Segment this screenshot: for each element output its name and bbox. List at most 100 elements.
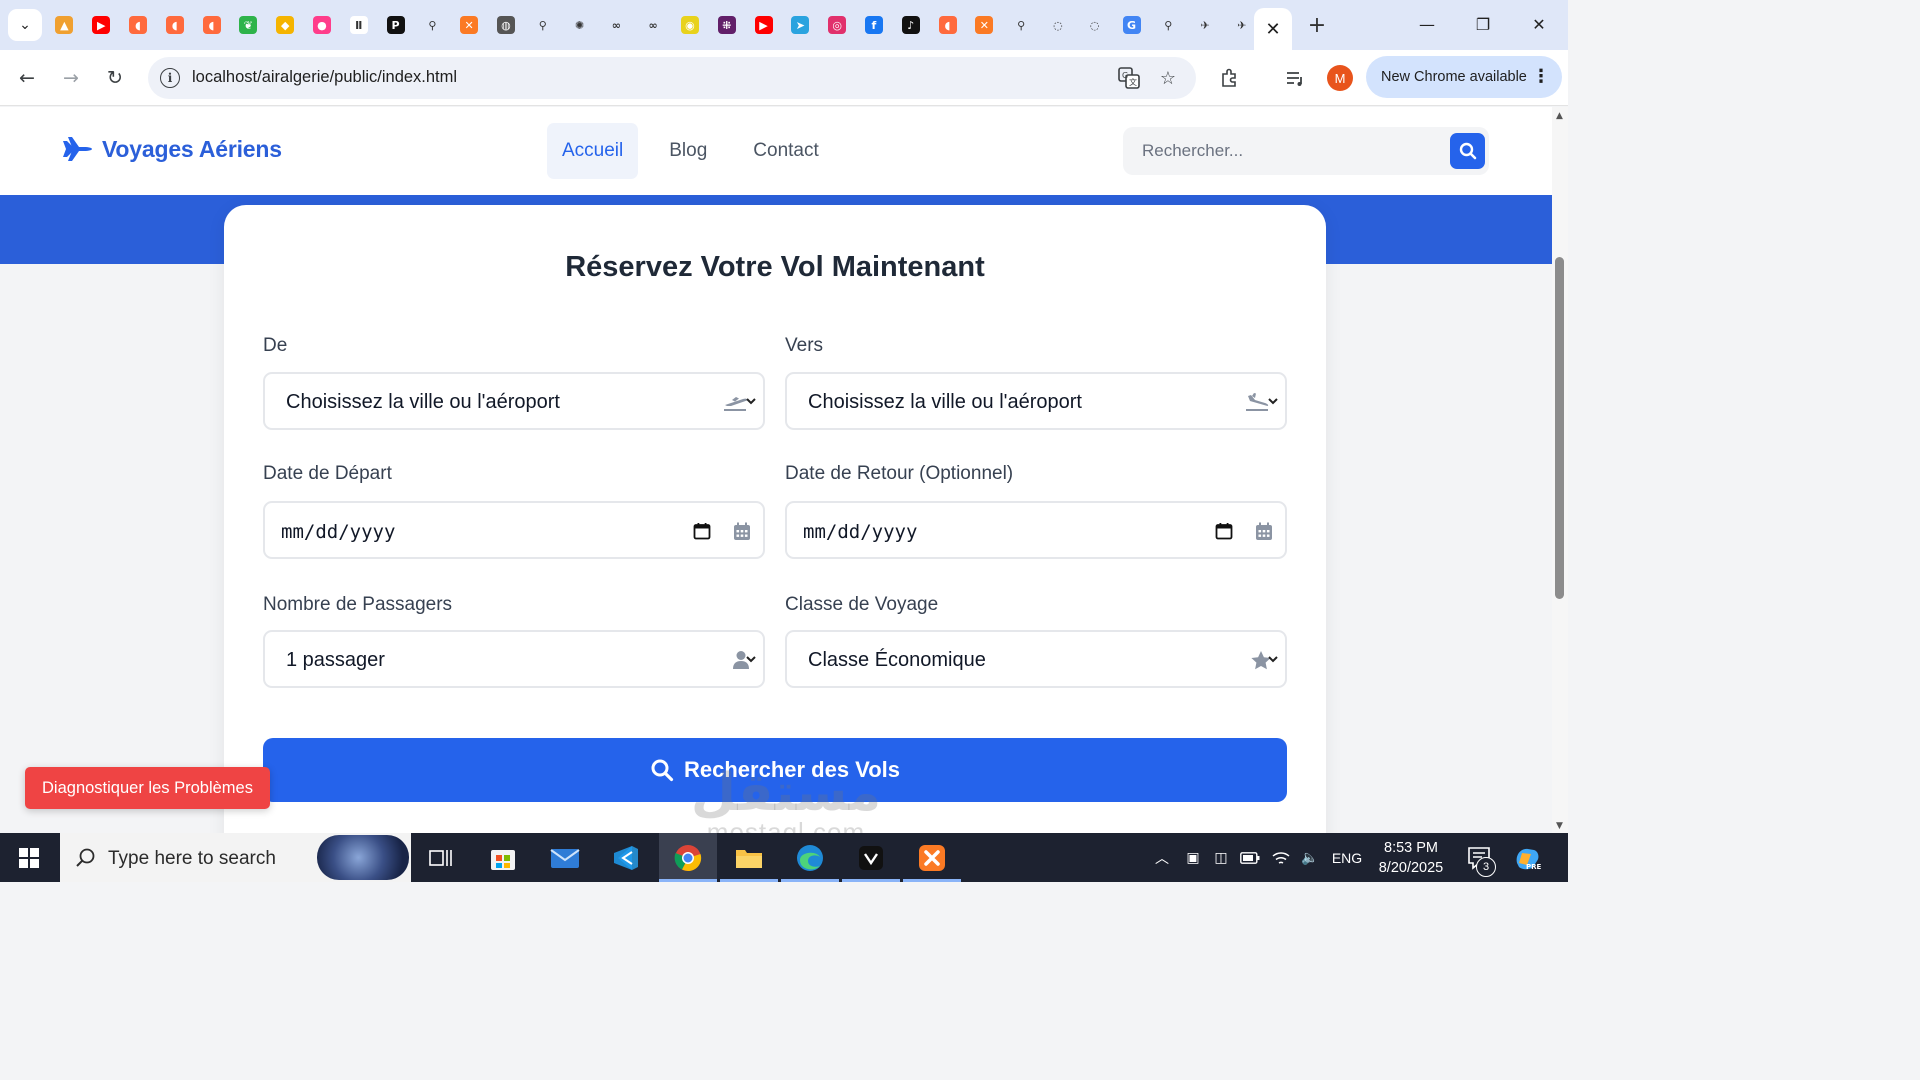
- nav-item-blog[interactable]: Blog: [654, 123, 722, 179]
- pinned-tab[interactable]: ✕: [451, 10, 488, 40]
- pinned-tab[interactable]: ⚲: [1150, 10, 1187, 40]
- pinned-tab[interactable]: ◌: [1040, 10, 1077, 40]
- pinned-tab[interactable]: ●: [304, 10, 341, 40]
- profile-avatar[interactable]: M: [1327, 65, 1353, 91]
- pinned-tab[interactable]: Ⅱ: [340, 10, 377, 40]
- pinned-tab[interactable]: ▶: [745, 10, 782, 40]
- pinned-tab[interactable]: ◍: [488, 10, 525, 40]
- site-search-input[interactable]: [1123, 127, 1443, 175]
- pinned-tab[interactable]: ◌: [1076, 10, 1113, 40]
- mail-icon[interactable]: [536, 833, 594, 882]
- diagnose-button[interactable]: Diagnostiquer les Problèmes: [25, 767, 270, 809]
- chrome-icon[interactable]: [659, 833, 717, 882]
- taskbar-search-placeholder: Type here to search: [108, 848, 276, 869]
- pinned-tab[interactable]: ◎: [819, 10, 856, 40]
- restore-button[interactable]: ❐: [1455, 6, 1511, 42]
- task-view-icon[interactable]: [412, 833, 470, 882]
- site-info-icon[interactable]: i: [160, 68, 180, 88]
- pinned-tab[interactable]: ♪: [892, 10, 929, 40]
- address-url[interactable]: localhost/airalgerie/public/index.html: [192, 68, 457, 87]
- scroll-down-icon[interactable]: ▼: [1556, 821, 1563, 831]
- windows-logo-icon: [19, 847, 39, 868]
- microsoft-store-icon[interactable]: [474, 833, 532, 882]
- language-indicator[interactable]: ENG: [1328, 833, 1366, 882]
- depart-date-input[interactable]: mm/dd/yyyy: [263, 501, 765, 559]
- terminal-app-icon[interactable]: [842, 833, 900, 882]
- meet-now-icon[interactable]: ▣: [1181, 833, 1205, 882]
- pinned-tab[interactable]: ❦: [230, 10, 267, 40]
- menu-kebab-icon[interactable]: ⋮: [1532, 66, 1550, 87]
- taskbar-search[interactable]: Type here to search: [60, 833, 411, 882]
- xampp-icon[interactable]: [903, 833, 961, 882]
- reload-button[interactable]: ↻: [99, 62, 131, 94]
- main-nav: Accueil Blog Contact: [547, 123, 850, 179]
- pinned-tab[interactable]: ◖: [156, 10, 193, 40]
- booking-card: Réservez Votre Vol Maintenant De Choisis…: [224, 205, 1326, 833]
- nav-item-contact[interactable]: Contact: [738, 123, 833, 179]
- new-tab-button[interactable]: +: [1300, 10, 1334, 40]
- address-bar[interactable]: i localhost/airalgerie/public/index.html…: [148, 57, 1196, 99]
- extensions-icon[interactable]: [1214, 62, 1246, 94]
- pinned-tab[interactable]: P: [377, 10, 414, 40]
- active-tab-close[interactable]: ✕: [1254, 8, 1292, 50]
- pinned-tab[interactable]: ⚲: [414, 10, 451, 40]
- chrome-update-button[interactable]: New Chrome available ⋮: [1366, 56, 1562, 98]
- pinned-tab[interactable]: f: [856, 10, 893, 40]
- pinned-tab[interactable]: ⁜: [708, 10, 745, 40]
- close-window-button[interactable]: ✕: [1511, 6, 1567, 42]
- calendar-picker-icon[interactable]: [1211, 519, 1237, 543]
- taskbar-clock[interactable]: 8:53 PM 8/20/2025: [1368, 838, 1454, 878]
- pinned-tab[interactable]: ◖: [929, 10, 966, 40]
- pinned-tab[interactable]: ◖: [193, 10, 230, 40]
- forward-button[interactable]: →: [55, 62, 87, 94]
- battery-icon[interactable]: [1237, 833, 1263, 882]
- edge-icon[interactable]: [781, 833, 839, 882]
- site-logo[interactable]: Voyages Aériens: [58, 134, 282, 164]
- pinned-tab[interactable]: ◉: [672, 10, 709, 40]
- page-scrollbar[interactable]: ▲ ▼: [1552, 107, 1568, 833]
- bird-app-icon: ✈: [1232, 16, 1251, 34]
- edge-icon: ◌: [1085, 16, 1104, 34]
- translate-icon[interactable]: G文: [1116, 66, 1142, 90]
- pinned-tab[interactable]: ▲: [46, 10, 83, 40]
- to-select[interactable]: Choisissez la ville ou l'aéroport: [785, 372, 1287, 430]
- tab-search-button[interactable]: ⌄: [8, 9, 42, 41]
- pinned-tab[interactable]: ⚲: [524, 10, 561, 40]
- wifi-icon[interactable]: [1268, 833, 1294, 882]
- pinned-tab[interactable]: ∞: [635, 10, 672, 40]
- scroll-thumb[interactable]: [1555, 257, 1564, 599]
- tray-overflow-icon[interactable]: ︿: [1150, 833, 1174, 882]
- back-button[interactable]: ←: [11, 62, 43, 94]
- minimize-button[interactable]: —: [1399, 6, 1455, 42]
- pinned-tab[interactable]: G: [1113, 10, 1150, 40]
- pinned-tab[interactable]: ✈: [1187, 10, 1224, 40]
- calendar-picker-icon[interactable]: [689, 519, 715, 543]
- chevron-down-icon: [1268, 398, 1278, 405]
- nav-item-accueil[interactable]: Accueil: [547, 123, 639, 179]
- pinned-tab[interactable]: ▶: [83, 10, 120, 40]
- copilot-icon[interactable]: PRE: [1512, 833, 1542, 882]
- pinned-tab[interactable]: ✕: [966, 10, 1003, 40]
- pinned-tab[interactable]: ◆: [267, 10, 304, 40]
- volume-icon[interactable]: 🔈: [1297, 833, 1323, 882]
- pinned-tab[interactable]: ∞: [598, 10, 635, 40]
- bookmark-star-icon[interactable]: ☆: [1155, 66, 1181, 90]
- from-select[interactable]: Choisissez la ville ou l'aéroport: [263, 372, 765, 430]
- site-search-button[interactable]: [1450, 133, 1485, 169]
- class-select[interactable]: Classe Économique: [785, 630, 1287, 688]
- pinned-tab[interactable]: ✺: [561, 10, 598, 40]
- file-explorer-icon[interactable]: [720, 833, 778, 882]
- pinned-tab[interactable]: ➤: [782, 10, 819, 40]
- media-control-icon[interactable]: [1279, 62, 1311, 94]
- calendar-icon: [729, 519, 755, 543]
- vscode-icon[interactable]: [597, 833, 655, 882]
- touchpad-icon[interactable]: ◫: [1209, 833, 1233, 882]
- scroll-up-icon[interactable]: ▲: [1556, 111, 1563, 121]
- pinned-tab[interactable]: ⚲: [1003, 10, 1040, 40]
- start-button[interactable]: [0, 833, 58, 882]
- passengers-select[interactable]: 1 passager: [263, 630, 765, 688]
- watermark-arabic: مستقل: [690, 763, 882, 823]
- pinned-tab[interactable]: ◖: [120, 10, 157, 40]
- globe-icon: ◍: [496, 16, 515, 34]
- return-date-input[interactable]: mm/dd/yyyy: [785, 501, 1287, 559]
